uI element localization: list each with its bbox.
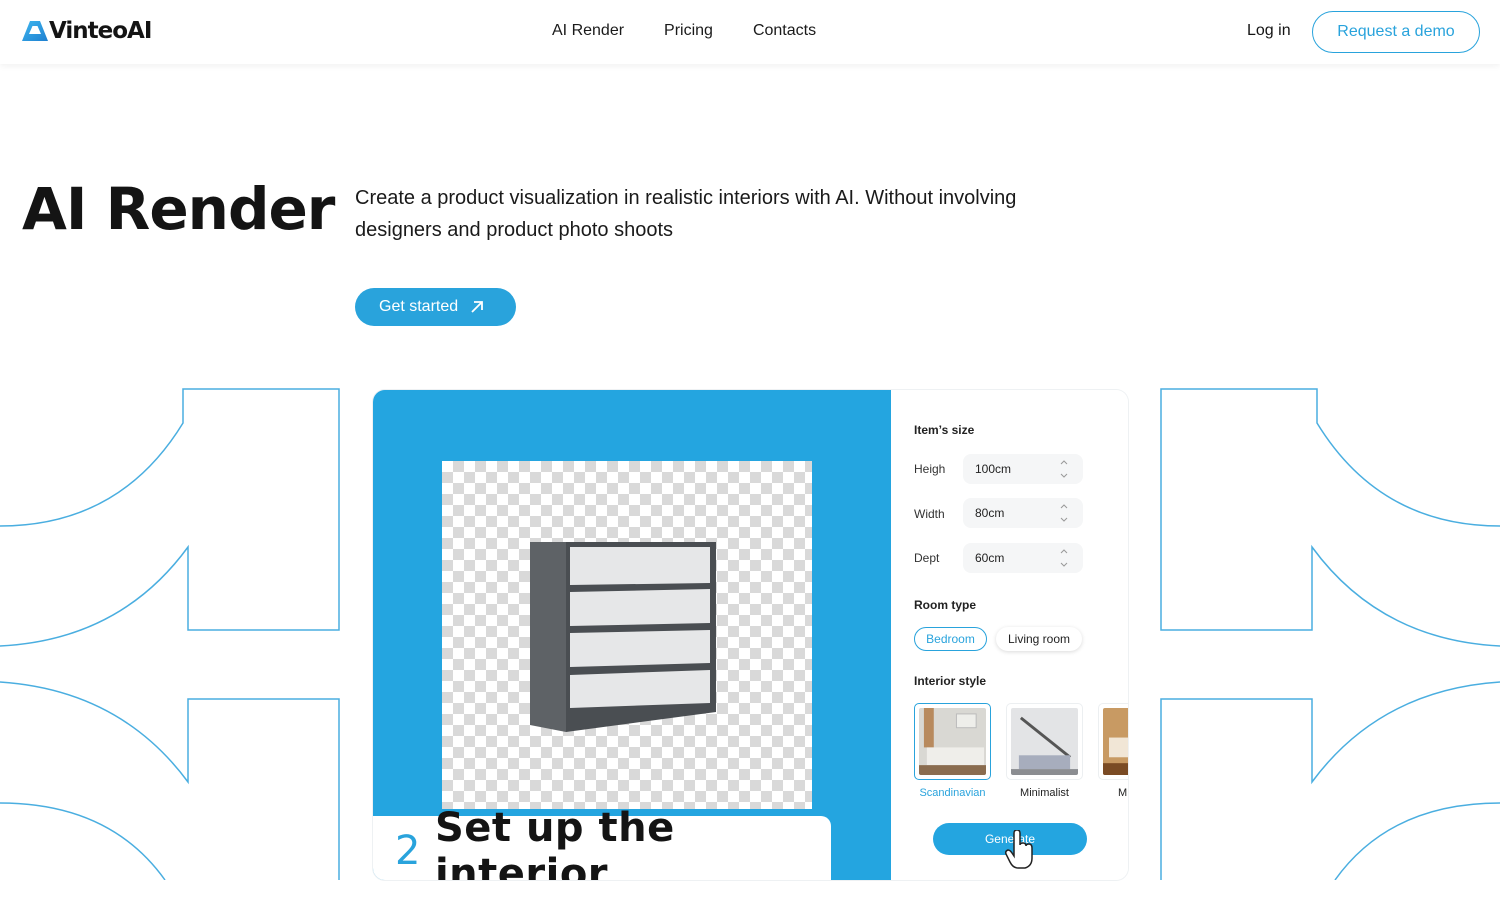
depth-input[interactable]: 60cm [963,543,1083,573]
items-size-heading: Item’s size [914,423,975,437]
height-value: 100cm [975,462,1012,476]
style-card-scandinavian[interactable] [914,703,991,780]
minimalist-thumbnail [1011,708,1078,775]
stepper-icon[interactable] [1059,458,1069,480]
room-chip-bedroom[interactable]: Bedroom [914,627,987,651]
transparent-background [442,461,812,809]
depth-value: 60cm [975,551,1005,565]
scandinavian-thumbnail [919,708,986,775]
main-nav: AI Render Pricing Contacts [552,22,816,40]
page-title: AI Render [22,175,335,243]
room-type-heading: Room type [914,598,977,612]
width-label: Width [914,507,945,521]
style-label-partial: M [1118,787,1128,799]
width-value: 80cm [975,506,1005,520]
style-label-scandinavian: Scandinavian [919,787,986,799]
stepper-icon[interactable] [1059,502,1069,524]
height-label: Heigh [914,462,946,476]
decorative-outline-right [1160,388,1500,880]
request-demo-button[interactable]: Request a demo [1312,11,1480,53]
settings-panel: Item’s size Heigh 100cm Width 80cm Dept … [891,390,1128,880]
logo-text: VinteoAI [49,18,152,44]
room-chip-living-room[interactable]: Living room [996,627,1082,651]
hero-description: Create a product visualization in realis… [355,187,1017,241]
demo-card: 2 Set up the interior Item’s size Heigh … [373,390,1128,880]
step-title: Set up the interior [434,805,675,880]
partial-style-thumbnail [1103,708,1128,775]
decorative-outline-left [0,388,340,880]
login-link[interactable]: Log in [1247,22,1291,40]
style-card-minimalist[interactable] [1006,703,1083,780]
logo[interactable]: VinteoAI [22,18,152,44]
nav-item-pricing[interactable]: Pricing [664,22,713,40]
style-card-partial[interactable] [1098,703,1128,780]
nav-item-ai-render[interactable]: AI Render [552,22,624,40]
nav-item-contacts[interactable]: Contacts [753,22,816,40]
stepper-icon[interactable] [1059,547,1069,569]
interior-style-heading: Interior style [914,674,987,688]
height-input[interactable]: 100cm [963,454,1083,484]
site-header: VinteoAI AI Render Pricing Contacts Log … [0,0,1500,64]
get-started-label: Get started [379,298,459,315]
step-number: 2 [395,828,421,874]
depth-label: Dept [914,551,940,565]
get-started-button[interactable]: Get started [355,288,516,326]
logo-mark-icon [22,21,48,41]
arrow-up-right-icon [471,301,484,313]
width-input[interactable]: 80cm [963,498,1083,528]
style-label-minimalist: Minimalist [1020,787,1069,799]
step-label: 2 Set up the interior [373,805,831,880]
hand-cursor-icon [1005,830,1033,869]
dresser-image [530,542,716,732]
product-preview-area: 2 Set up the interior [373,390,891,880]
